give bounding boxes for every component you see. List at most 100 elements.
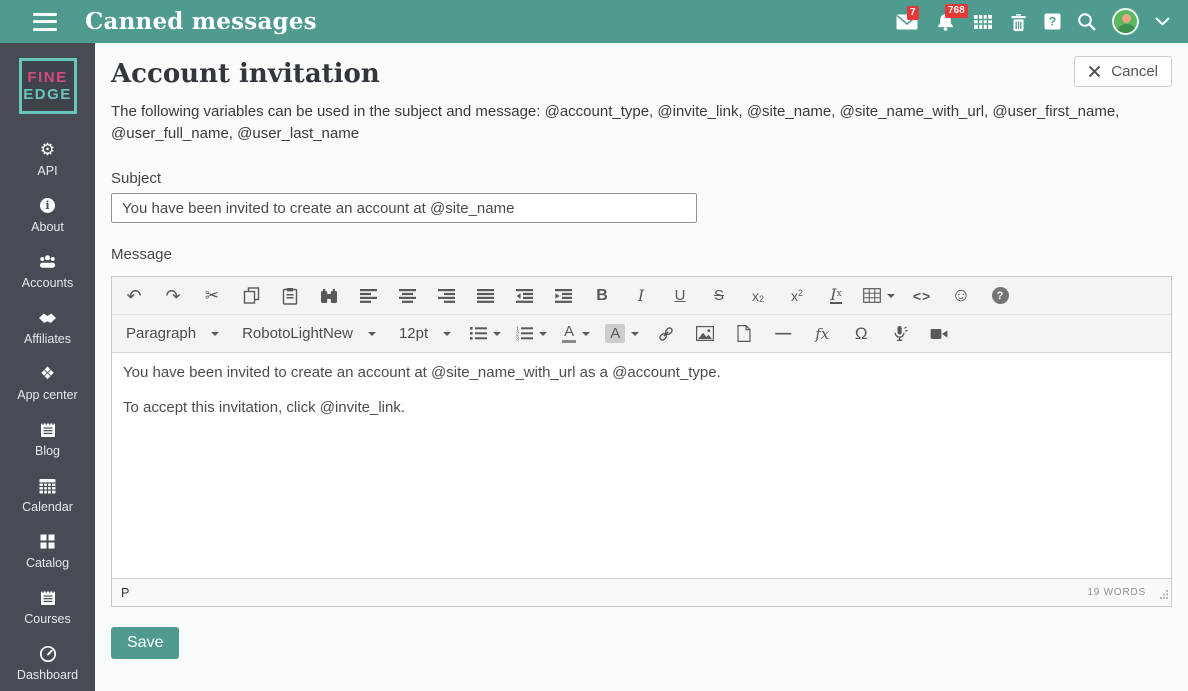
logo-line-2: EDGE bbox=[23, 86, 72, 103]
text-color-caret bbox=[582, 331, 591, 336]
subscript-button[interactable]: x2 bbox=[740, 281, 776, 311]
messages-button[interactable]: 7 bbox=[896, 5, 919, 30]
word-count: 19 WORDS bbox=[1087, 587, 1146, 598]
page-title: Account invitation bbox=[111, 59, 380, 89]
size-select-value: 12pt bbox=[398, 325, 429, 342]
special-character-button[interactable]: Ω bbox=[843, 319, 879, 349]
insert-page-button[interactable] bbox=[726, 319, 762, 349]
profile-avatar-button[interactable] bbox=[1112, 8, 1139, 35]
subscript-icon: x2 bbox=[751, 287, 764, 304]
undo-button[interactable]: ↶ bbox=[116, 281, 152, 311]
emoticons-button[interactable]: ☺ bbox=[943, 281, 979, 311]
cancel-button[interactable]: Cancel bbox=[1074, 56, 1172, 87]
svg-text:3: 3 bbox=[516, 337, 519, 341]
align-left-button[interactable] bbox=[350, 281, 386, 311]
insert-link-button[interactable] bbox=[648, 319, 684, 349]
formula-icon: fx bbox=[815, 324, 830, 343]
logo-line-1: FINE bbox=[27, 69, 68, 86]
sidebar-item-dashboard[interactable]: Dashboard bbox=[0, 635, 95, 691]
notifications-button[interactable]: 768 bbox=[934, 4, 968, 31]
formula-button[interactable]: fx bbox=[804, 319, 840, 349]
bullet-list-caret bbox=[493, 331, 502, 336]
underline-button[interactable]: U bbox=[662, 281, 698, 311]
text-color-button[interactable]: A bbox=[556, 319, 596, 349]
sidebar-item-catalog[interactable]: Catalog bbox=[0, 523, 95, 579]
outdent-button[interactable] bbox=[506, 281, 542, 311]
help-button[interactable]: ? bbox=[1044, 13, 1061, 30]
sidebar-item-accounts[interactable]: Accounts bbox=[0, 243, 95, 299]
numbered-list-icon: 123 bbox=[516, 327, 534, 341]
align-center-icon bbox=[398, 288, 416, 303]
search-icon bbox=[1078, 13, 1096, 31]
font-family-select[interactable]: RobotoLightNew bbox=[232, 319, 386, 349]
element-path[interactable]: P bbox=[121, 586, 129, 600]
scissors-icon: ✂ bbox=[204, 285, 220, 305]
redo-button[interactable]: ↷ bbox=[155, 281, 191, 311]
size-caret-icon bbox=[443, 331, 452, 336]
fine-edge-logo[interactable]: FINE EDGE bbox=[18, 58, 77, 114]
help-icon: ? bbox=[991, 287, 1009, 304]
align-right-button[interactable] bbox=[428, 281, 464, 311]
message-label: Message bbox=[111, 246, 172, 263]
horizontal-rule-icon: — bbox=[775, 324, 792, 342]
notebook-icon bbox=[40, 590, 55, 605]
copy-button[interactable] bbox=[233, 281, 269, 311]
sidebar-item-about[interactable]: i About bbox=[0, 187, 95, 243]
profile-dropdown-button[interactable] bbox=[1155, 17, 1170, 26]
paste-button[interactable] bbox=[272, 281, 308, 311]
search-button[interactable] bbox=[1077, 12, 1096, 31]
format-caret-icon bbox=[211, 331, 220, 336]
background-color-button[interactable]: A bbox=[599, 319, 645, 349]
editor-content-area[interactable]: You have been invited to create an accou… bbox=[112, 353, 1171, 578]
text-color-icon: A bbox=[562, 324, 577, 343]
users-icon bbox=[40, 255, 55, 268]
tables-button[interactable] bbox=[973, 13, 993, 31]
bold-button[interactable]: B bbox=[584, 281, 620, 311]
subject-input[interactable] bbox=[111, 193, 697, 223]
sidebar-item-calendar[interactable]: Calendar bbox=[0, 467, 95, 523]
insert-video-button[interactable] bbox=[921, 319, 957, 349]
voice-input-button[interactable] bbox=[882, 319, 918, 349]
align-justify-icon bbox=[476, 288, 494, 303]
table-button[interactable] bbox=[857, 281, 901, 311]
cut-button[interactable]: ✂ bbox=[194, 281, 230, 311]
editor-statusbar: P 19 WORDS bbox=[112, 578, 1171, 606]
sidebar-item-blog[interactable]: Blog bbox=[0, 411, 95, 467]
source-code-button[interactable]: <> bbox=[904, 281, 940, 311]
indent-button[interactable] bbox=[545, 281, 581, 311]
hamburger-menu-button[interactable] bbox=[33, 12, 57, 31]
find-replace-button[interactable] bbox=[311, 281, 347, 311]
bold-icon: B bbox=[596, 286, 608, 304]
italic-button[interactable]: I bbox=[623, 281, 659, 311]
bullet-list-button[interactable] bbox=[464, 319, 507, 349]
clear-formatting-button[interactable]: Ix bbox=[818, 281, 854, 311]
format-select[interactable]: Paragraph bbox=[116, 319, 229, 349]
sidebar-item-api[interactable]: ⚙ API bbox=[0, 131, 95, 187]
sidebar-item-app-center[interactable]: ❖ App center bbox=[0, 355, 95, 411]
table-icon bbox=[863, 288, 881, 303]
resize-handle[interactable] bbox=[1159, 586, 1169, 604]
align-justify-button[interactable] bbox=[467, 281, 503, 311]
editor-help-button[interactable]: ? bbox=[982, 281, 1018, 311]
numbered-list-button[interactable]: 123 bbox=[510, 319, 553, 349]
align-center-button[interactable] bbox=[389, 281, 425, 311]
trash-button[interactable] bbox=[1009, 12, 1028, 32]
background-color-caret bbox=[631, 331, 640, 336]
clear-formatting-icon: Ix bbox=[830, 285, 842, 304]
sidebar-item-affiliates[interactable]: Affiliates bbox=[0, 299, 95, 355]
hamburger-icon bbox=[33, 12, 57, 16]
sidebar-item-courses[interactable]: Courses bbox=[0, 579, 95, 635]
align-right-icon bbox=[437, 288, 455, 303]
strikethrough-button[interactable]: S bbox=[701, 281, 737, 311]
superscript-icon: x2 bbox=[790, 287, 803, 304]
font-caret-icon bbox=[367, 331, 376, 336]
insert-image-button[interactable] bbox=[687, 319, 723, 349]
app-center-icon: ❖ bbox=[39, 364, 56, 383]
redo-icon: ↷ bbox=[165, 285, 181, 306]
close-icon bbox=[1089, 65, 1101, 78]
font-size-select[interactable]: 12pt bbox=[389, 319, 461, 349]
superscript-button[interactable]: x2 bbox=[779, 281, 815, 311]
cancel-label: Cancel bbox=[1111, 63, 1158, 80]
save-button[interactable]: Save bbox=[111, 627, 180, 659]
horizontal-rule-button[interactable]: — bbox=[765, 319, 801, 349]
